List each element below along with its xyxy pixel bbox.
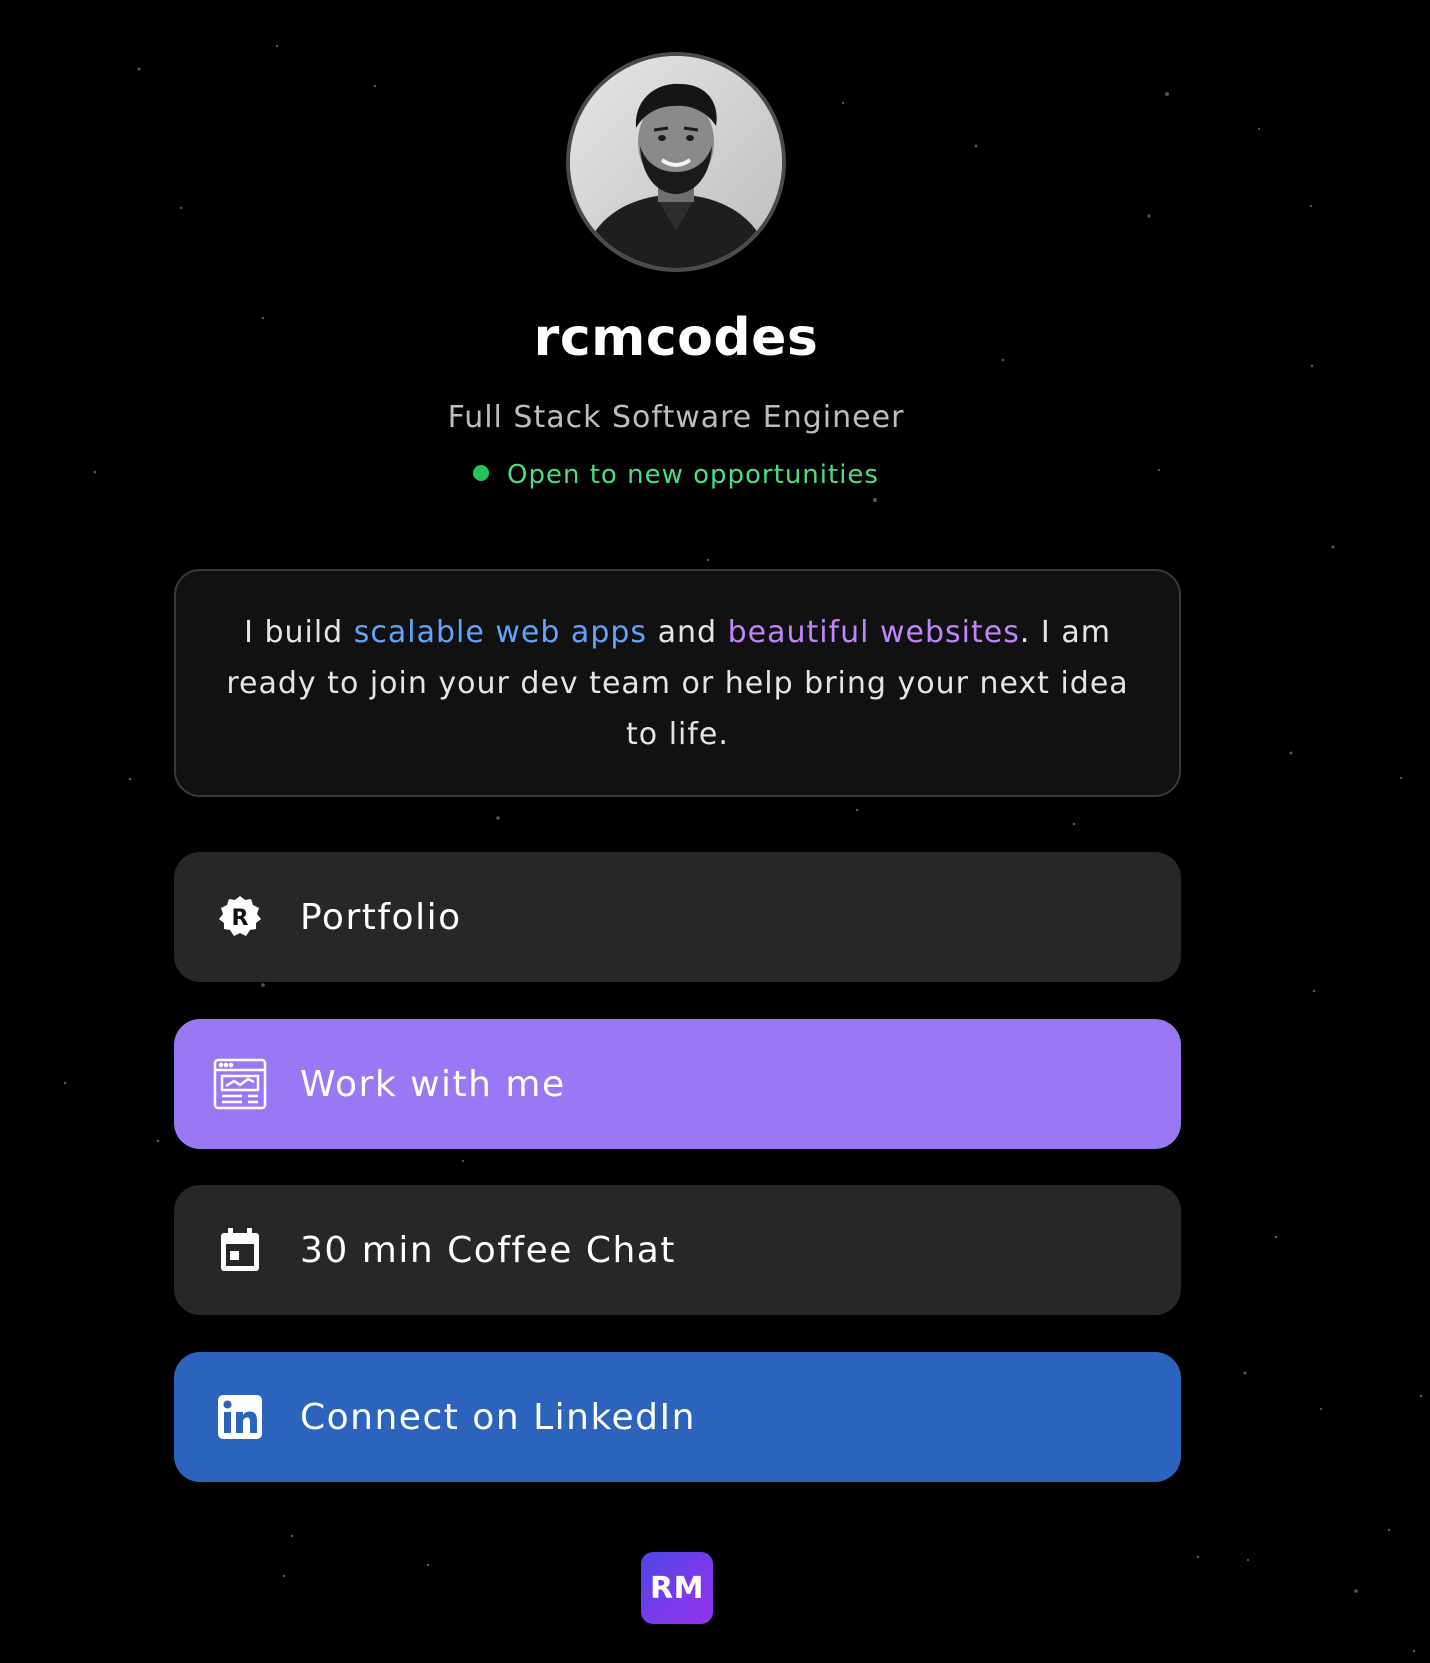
- username-heading: rcmcodes: [533, 308, 819, 368]
- availability-status: Open to new opportunities: [0, 460, 1352, 490]
- portfolio-link-label: Portfolio: [300, 896, 462, 938]
- status-text: Open to new opportunities: [507, 460, 879, 490]
- calendar-icon: [210, 1220, 270, 1280]
- browser-window-icon: [210, 1054, 270, 1114]
- status-dot-icon: [473, 464, 490, 481]
- svg-text:R: R: [232, 906, 249, 931]
- bio-highlight-web-apps: scalable web apps: [353, 615, 648, 650]
- footer-logo[interactable]: RM: [641, 1552, 713, 1624]
- linkedin-icon: [210, 1387, 270, 1447]
- bio-prefix: I build: [244, 615, 354, 650]
- avatar: [566, 52, 786, 272]
- avatar-photo: [570, 56, 782, 268]
- coffee-chat-link-button[interactable]: 30 min Coffee Chat: [174, 1185, 1181, 1315]
- work-with-me-link-label: Work with me: [300, 1063, 566, 1105]
- coffee-chat-link-label: 30 min Coffee Chat: [300, 1229, 676, 1271]
- portfolio-link-button[interactable]: R Portfolio: [174, 852, 1181, 982]
- job-title: Full Stack Software Engineer: [447, 400, 905, 435]
- work-with-me-link-button[interactable]: Work with me: [174, 1019, 1181, 1149]
- bio-card: I build scalable web apps and beautiful …: [174, 569, 1181, 797]
- bio-highlight-websites: beautiful websites: [727, 615, 1020, 650]
- linkedin-link-label: Connect on LinkedIn: [300, 1396, 696, 1438]
- portfolio-badge-icon: R: [210, 887, 270, 947]
- bio-middle: and: [647, 615, 728, 650]
- profile-page: rcmcodes Full Stack Software Engineer Op…: [0, 0, 1430, 1663]
- linkedin-link-button[interactable]: Connect on LinkedIn: [174, 1352, 1181, 1482]
